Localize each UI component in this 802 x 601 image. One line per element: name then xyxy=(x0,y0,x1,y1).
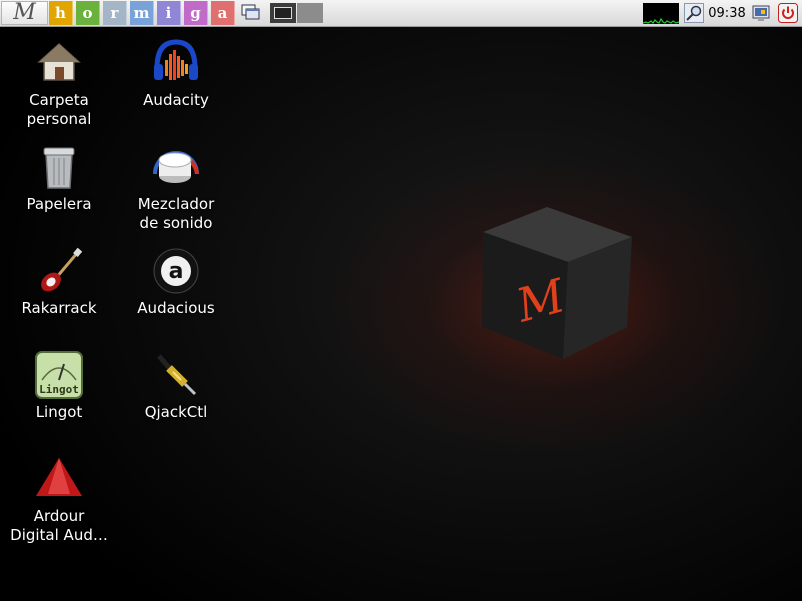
workspace-2[interactable] xyxy=(297,3,323,23)
clock[interactable]: 09:38 xyxy=(707,0,747,27)
desktop-icon-audacious[interactable]: a Audacious xyxy=(120,246,232,318)
desktop-icon-ardour[interactable]: Ardour Digital Aud… xyxy=(3,454,115,545)
taskbar: M h o r m i g a 09:38 xyxy=(0,0,802,27)
desktop-icon-label: Ardour Digital Aud… xyxy=(10,507,108,544)
cpu-monitor[interactable] xyxy=(643,3,679,24)
guitar-icon xyxy=(41,247,83,292)
mixer-icon xyxy=(153,151,199,183)
search-icon[interactable] xyxy=(684,3,704,23)
lingot-icon: Lingot xyxy=(35,351,83,399)
start-menu-button[interactable]: M xyxy=(1,1,48,25)
launcher-i[interactable]: i xyxy=(157,1,181,25)
desktop-icon-lingot[interactable]: Lingot Lingot xyxy=(3,350,115,422)
desktop-icon-label: Audacity xyxy=(143,91,209,109)
desktop-background: M Carpeta personal Papelera Rakarrack Li… xyxy=(0,27,802,601)
launcher-o[interactable]: o xyxy=(76,1,100,25)
desktop-icon-label: Carpeta personal xyxy=(26,91,92,128)
desktop-icon-audacity[interactable]: Audacity xyxy=(120,38,232,110)
launcher-r[interactable]: r xyxy=(103,1,127,25)
launcher-m[interactable]: m xyxy=(130,1,154,25)
audacity-icon xyxy=(154,39,198,80)
home-icon xyxy=(37,42,81,81)
trash-icon xyxy=(43,147,75,189)
audacious-icon: a xyxy=(153,248,199,294)
cube-logo: M xyxy=(482,207,632,359)
desktop-icon-label: Rakarrack xyxy=(21,299,97,317)
launcher-h[interactable]: h xyxy=(49,1,73,25)
desktop-icon-label: Audacious xyxy=(137,299,215,317)
show-desktop-icon[interactable] xyxy=(241,3,261,23)
desktop-icon-home[interactable]: Carpeta personal xyxy=(3,38,115,129)
workspace-window-preview xyxy=(274,7,292,19)
power-icon[interactable] xyxy=(778,3,798,23)
desktop-icon-qjackctl[interactable]: QjackCtl xyxy=(120,350,232,422)
workspace-1[interactable] xyxy=(270,3,296,23)
audacious-icon-letter: a xyxy=(169,259,184,284)
desktop-icon-rakarrack[interactable]: Rakarrack xyxy=(3,246,115,318)
launcher-g[interactable]: g xyxy=(184,1,208,25)
ardour-icon xyxy=(36,458,82,496)
jack-cable-icon xyxy=(157,354,197,396)
desktop-icon-label: Mezclador de sonido xyxy=(137,195,215,232)
desktop-icon-label: Lingot xyxy=(35,403,83,421)
desktop-icon-label: Papelera xyxy=(26,195,92,213)
desktop-icon-label: QjackCtl xyxy=(144,403,208,421)
launcher-a[interactable]: a xyxy=(211,1,235,25)
desktop-icon-mixer[interactable]: Mezclador de sonido xyxy=(120,142,232,233)
lingot-icon-text: Lingot xyxy=(39,383,79,396)
desktop-icon-trash[interactable]: Papelera xyxy=(3,142,115,214)
tray-icon[interactable] xyxy=(751,3,771,23)
